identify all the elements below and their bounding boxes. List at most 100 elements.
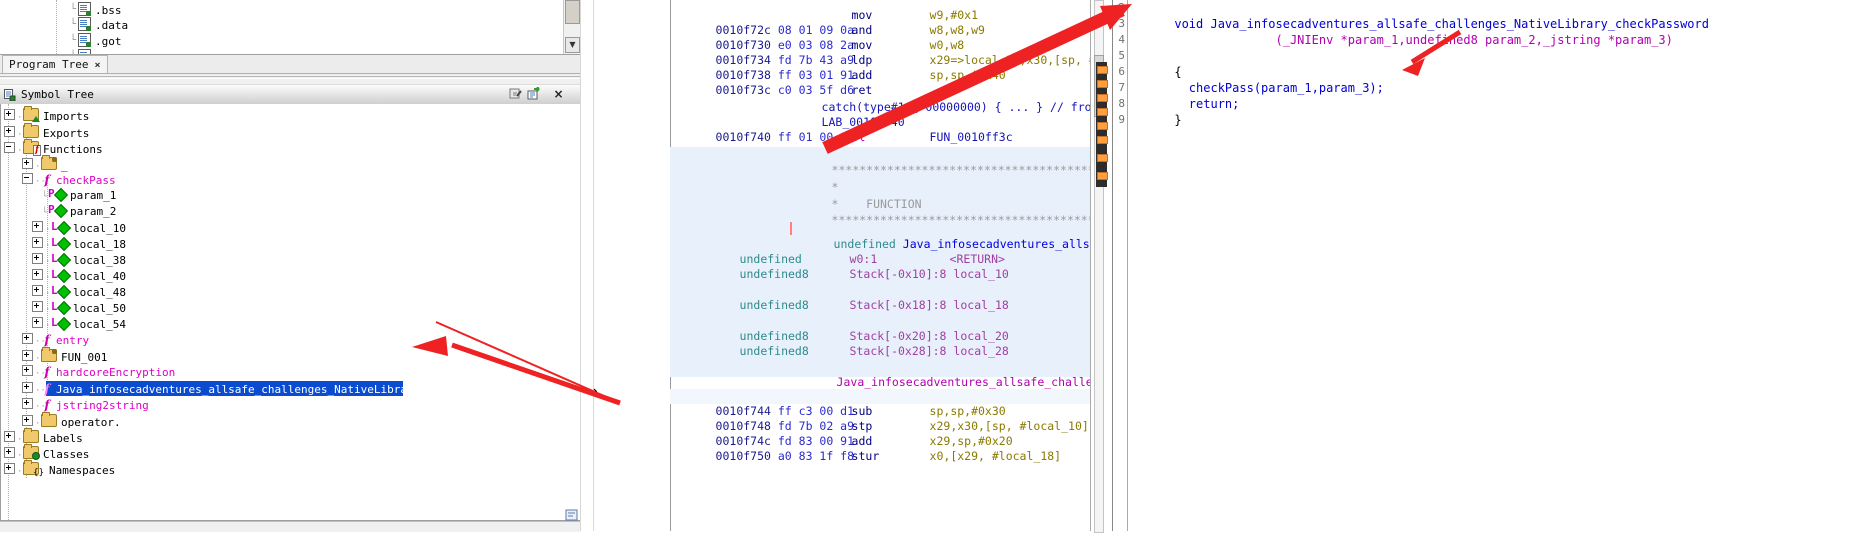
listing-operand-cell[interactable]: sp,sp,#0x30 [888, 389, 1006, 418]
program-tree-item[interactable]: └ .bss [50, 2, 122, 17]
symbol-tree-node-underscore[interactable]: ··_ [22, 155, 68, 172]
expand-icon[interactable] [22, 365, 33, 376]
listing-mnemonic-cell[interactable]: and [810, 8, 873, 37]
expand-icon[interactable] [32, 285, 43, 296]
symbol-tree-node-exports[interactable]: ··Exports [4, 123, 89, 140]
expand-icon[interactable] [4, 126, 15, 137]
symbol-tree-node-labels[interactable]: ··Labels [4, 428, 83, 445]
symbol-tree-content[interactable]: ··Imports ··Exports ··Functions ··_ ··fc… [0, 104, 582, 521]
symbol-tree-node-local[interactable]: ·· Llocal_40 [32, 269, 126, 284]
listing-mnemonic-cell[interactable]: stp [810, 404, 873, 433]
program-tree-item[interactable]: └ .got [50, 33, 122, 48]
close-icon[interactable]: × [94, 60, 100, 71]
panel-splitter[interactable] [0, 74, 580, 80]
expand-icon[interactable] [22, 333, 33, 344]
expand-icon[interactable] [32, 317, 43, 328]
decompiler-line-checkpass-call[interactable]: checkPass(param_1,param_3); [1131, 64, 1384, 95]
symbol-tree-node-checkpass[interactable]: ··f checkPass [22, 173, 116, 187]
listing-operand-cell[interactable]: w8,w8,w9 [888, 8, 985, 37]
listing-operand-cell[interactable]: w0,w8 [888, 23, 965, 52]
decompiler-line[interactable]: } [1131, 96, 1181, 127]
expand-icon[interactable] [32, 301, 43, 312]
symbol-tree-node-local[interactable]: ·· Llocal_10 [32, 221, 126, 236]
expand-icon[interactable] [22, 398, 33, 409]
expand-icon[interactable] [4, 431, 15, 442]
program-tree-content[interactable]: └ .bss └ .data └ .got └ ▼ [0, 0, 580, 55]
symbol-tree-node-namespaces[interactable]: ··Namespaces [4, 460, 115, 478]
stack-variable-row[interactable]: undefined [698, 237, 802, 266]
symbol-tree-node-imports[interactable]: ··Imports [4, 106, 89, 123]
function-signature-row[interactable]: undefined Java_infosecadventures_allsafe… [792, 222, 1090, 251]
listing-operand-cell[interactable]: x29=>local_10,x30,[sp, #0x30] [888, 38, 1090, 67]
stack-variable-row[interactable]: undefined8 [698, 314, 809, 343]
decompiler-line[interactable]: { [1131, 48, 1181, 79]
expand-icon[interactable] [4, 463, 15, 474]
horizontal-resize-handle[interactable]: → [586, 385, 600, 399]
expand-icon[interactable] [22, 415, 33, 426]
decompiler-line[interactable]: void Java_infosecadventures_allsafe_chal… [1131, 0, 1709, 31]
stack-variable-row[interactable]: undefined8 [698, 252, 809, 281]
symbol-tree-node-local[interactable]: ·· Llocal_18 [32, 237, 126, 252]
disassembly-listing-panel[interactable]: mov w9,#0x1 0010f72c 08 01 09 0a and w8,… [660, 0, 1090, 531]
collapse-icon[interactable] [4, 142, 15, 153]
symbol-tree-node-local[interactable]: ·· Llocal_50 [32, 301, 126, 316]
listing-mnemonic-cell[interactable]: bl [810, 115, 866, 144]
expand-icon[interactable] [4, 447, 15, 458]
listing-operand-cell[interactable]: x29,sp,#0x20 [888, 419, 1013, 448]
expand-icon[interactable] [32, 269, 43, 280]
stack-variable-row[interactable]: undefined8 [698, 329, 809, 358]
decompiler-overview-strip[interactable] [1096, 62, 1108, 187]
stack-variable-row[interactable]: undefined8 [698, 283, 809, 312]
listing-operand-cell[interactable]: sp,sp,#0x40 [888, 53, 1006, 82]
expand-icon[interactable] [22, 350, 33, 361]
listing-operand-cell[interactable]: x29,x30,[sp, #local_10] [888, 404, 1089, 433]
symbol-tree-node-operator[interactable]: ··operator. [22, 412, 121, 429]
expand-icon[interactable] [32, 253, 43, 264]
decompiler-line[interactable] [1131, 32, 1174, 48]
listing-row-partial-operand[interactable]: w9,#0x1 [888, 0, 978, 22]
listing-operand-cell[interactable]: FUN_0010ff3c [888, 115, 1013, 144]
expand-icon[interactable] [22, 382, 33, 393]
symbol-tree-node-entry[interactable]: ··f entry [22, 333, 89, 347]
symbol-tree-node-local[interactable]: ·· Llocal_38 [32, 253, 126, 268]
symbol-tree-node-classes[interactable]: ··Classes [4, 444, 89, 461]
program-tree-item[interactable]: └ .data [50, 17, 128, 32]
symbol-tree-node-param[interactable]: └· Pparam_2 [42, 204, 116, 219]
bottom-left-icon[interactable] [564, 507, 580, 523]
decompiler-panel[interactable]: 2 3 4 5 6 7 8 9 void Java_infosecadventu… [1112, 0, 1849, 531]
decompiler-line[interactable] [1131, 112, 1174, 128]
listing-mnemonic-cell[interactable]: mov [810, 23, 873, 52]
listing-mnemonic-cell[interactable]: add [810, 53, 873, 82]
symbol-tree-node-jstring2string[interactable]: ··f jstring2string [22, 398, 149, 412]
function-entry-label[interactable]: Java_infosecadventures_allsafe_challenge… [795, 360, 1090, 389]
expand-icon[interactable] [4, 109, 15, 120]
listing-row-partial[interactable]: mov [810, 0, 873, 22]
snapshot-icon[interactable] [527, 86, 542, 102]
decompiler-line[interactable]: (_JNIEnv *param_1,undefined8 param_2,_js… [1131, 16, 1673, 47]
tab-program-tree[interactable]: Program Tree × [2, 55, 108, 73]
listing-operand-cell[interactable]: x0,[x29, #local_18] [888, 434, 1062, 463]
decompiler-line[interactable]: return; [1131, 80, 1240, 111]
listing-mnemonic-cell[interactable]: add [810, 419, 873, 448]
listing-mnemonic-cell[interactable]: stur [810, 434, 880, 463]
listing-mnemonic-cell[interactable]: ret [810, 68, 873, 97]
close-icon[interactable]: × [551, 88, 566, 103]
expand-icon[interactable] [32, 221, 43, 232]
listing-mnemonic-cell[interactable]: ldp [810, 38, 873, 67]
symbol-tree-node-functions[interactable]: ··Functions [4, 139, 103, 156]
collapse-icon[interactable] [22, 173, 33, 184]
expand-icon[interactable] [32, 237, 43, 248]
symbol-tree-node-java-checkpassword[interactable]: ··f Java_infosecadventures_allsafe_challe… [22, 382, 513, 396]
expand-icon[interactable] [22, 158, 33, 169]
symbol-tree-node-local[interactable]: ·· Llocal_48 [32, 285, 126, 300]
pin-icon[interactable] [509, 87, 524, 102]
symbol-tree-node-local[interactable]: ·· Llocal_54 [32, 317, 126, 332]
symbol-tree-node-fun001[interactable]: ··FUN_001 [22, 347, 107, 364]
listing-mnemonic-cell[interactable]: sub [810, 389, 873, 418]
listing-label-row[interactable]: LAB_0010f740 [780, 100, 905, 129]
scrollbar-thumb[interactable] [565, 0, 580, 24]
program-tree-scrollbar[interactable]: ▼ [563, 0, 580, 54]
scroll-down-arrow-icon[interactable]: ▼ [565, 37, 580, 53]
symbol-tree-node-param[interactable]: └· Pparam_1 [42, 188, 116, 203]
symbol-tree-node-hardcoreencryption[interactable]: ··f hardcoreEncryption [22, 365, 175, 379]
